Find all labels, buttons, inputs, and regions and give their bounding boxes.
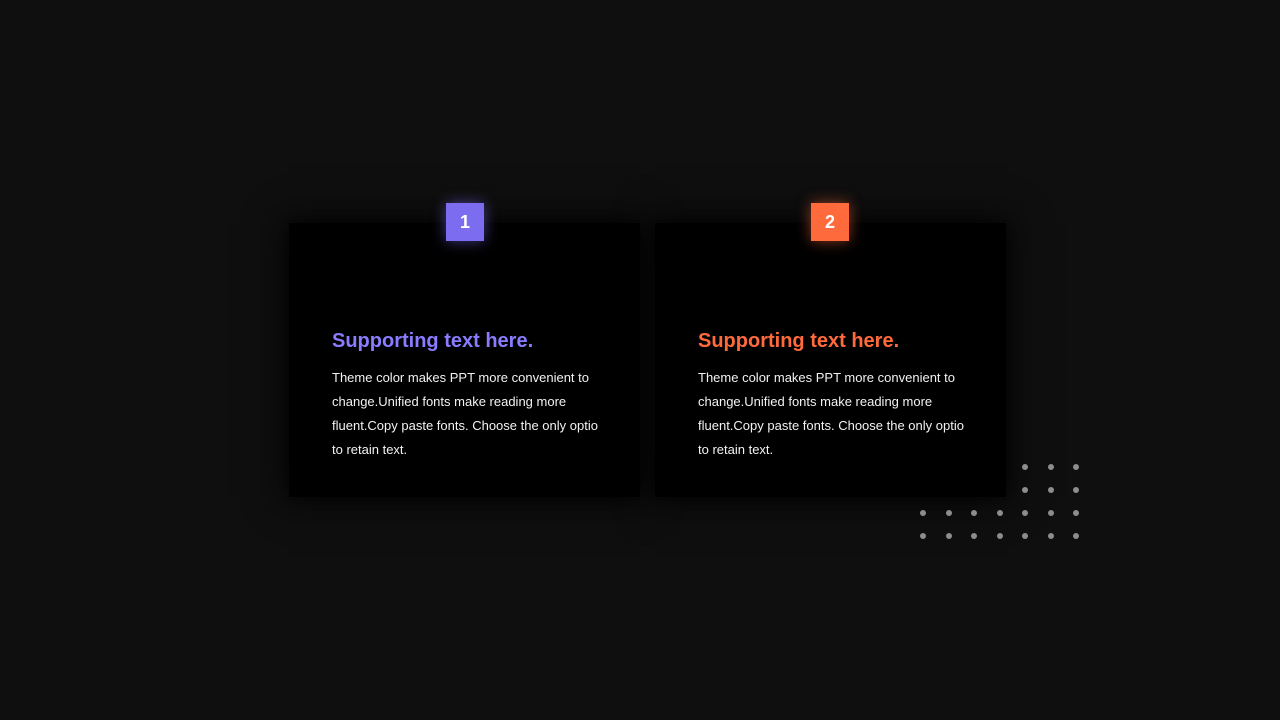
decorative-dot [1073,487,1079,493]
card-body-1: Theme color makes PPT more convenient to… [332,370,598,457]
card-body-2: Theme color makes PPT more convenient to… [698,370,964,457]
decorative-dot [971,533,977,539]
decorative-dot [971,510,977,516]
decorative-dot [1022,510,1028,516]
decorative-dot [1073,510,1079,516]
decorative-dot [997,510,1003,516]
decorative-dot [1048,533,1054,539]
decorative-dot [997,533,1003,539]
card-title-1: Supporting text here. [332,330,534,352]
decorative-dot [946,533,952,539]
decorative-dot [1022,533,1028,539]
slide: 1 Supporting text here. Theme color make… [0,0,1280,720]
number-badge-1: 1 [446,203,484,241]
decorative-dot [1048,464,1054,470]
content-card-2: 2 Supporting text here. Theme color make… [655,203,1006,497]
decorative-dot [1048,510,1054,516]
decorative-dot [920,533,926,539]
decorative-dot [1073,533,1079,539]
decorative-dot [1073,464,1079,470]
decorative-dot [1022,487,1028,493]
dot-grid-decoration [914,457,1094,547]
number-badge-2: 2 [811,203,849,241]
content-card-1: 1 Supporting text here. Theme color make… [289,203,640,497]
decorative-dot [1022,464,1028,470]
decorative-dot [1048,487,1054,493]
decorative-dot [946,510,952,516]
decorative-dot [920,510,926,516]
card-title-2: Supporting text here. [698,330,900,352]
